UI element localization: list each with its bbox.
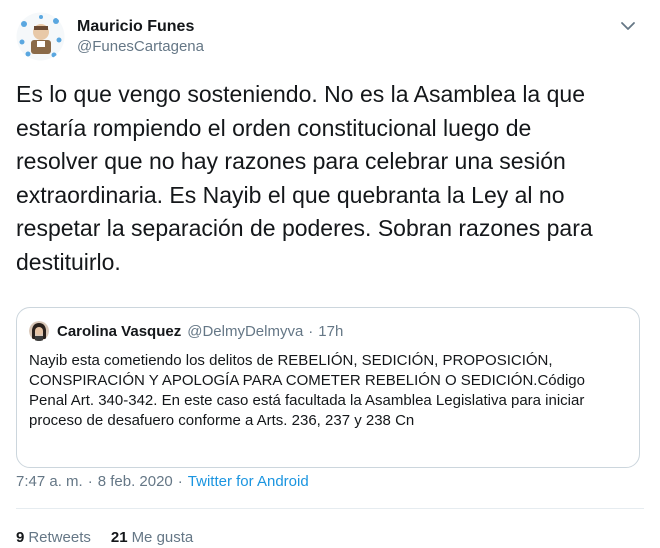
- tweet-card: Mauricio Funes @FunesCartagena Es lo que…: [0, 0, 660, 546]
- tweet-stats: 9 Retweets 21 Me gusta: [16, 526, 213, 548]
- quoted-separator: ·: [308, 322, 314, 340]
- quoted-tweet[interactable]: Carolina Vasquez @DelmyDelmyva · 17h Nay…: [16, 307, 640, 468]
- author-name[interactable]: Mauricio Funes: [77, 17, 204, 37]
- quoted-author-handle: @DelmyDelmyva: [187, 322, 304, 340]
- tweet-date[interactable]: 8 feb. 2020: [98, 473, 173, 490]
- quoted-time: 17h: [318, 322, 344, 340]
- author-info: Mauricio Funes @FunesCartagena: [77, 17, 204, 57]
- likes-count: 21: [110, 528, 128, 546]
- avatar-icon: [16, 12, 65, 61]
- quoted-author-name: Carolina Vasquez: [57, 322, 182, 340]
- retweets-label: Retweets: [28, 528, 91, 546]
- meta-separator: ·: [87, 472, 93, 490]
- quoted-tweet-text: Nayib esta cometiendo los delitos de REB…: [29, 352, 585, 429]
- retweets-count: 9: [16, 528, 25, 546]
- tweet-source-link[interactable]: Twitter for Android: [188, 473, 309, 490]
- author-handle[interactable]: @FunesCartagena: [77, 37, 204, 57]
- avatar-icon: [29, 321, 49, 341]
- likes-stat[interactable]: 21 Me gusta: [111, 529, 193, 546]
- divider: [16, 508, 644, 509]
- tweet-text: Es lo que vengo sosteniendo. No es la As…: [16, 81, 593, 275]
- likes-label: Me gusta: [131, 528, 194, 546]
- tweet-meta: 7:47 a. m. · 8 feb. 2020 · Twitter for A…: [16, 470, 309, 492]
- tweet-time[interactable]: 7:47 a. m.: [16, 473, 83, 490]
- author-avatar[interactable]: [16, 12, 65, 61]
- tweet-header: Mauricio Funes @FunesCartagena: [16, 12, 204, 61]
- retweets-stat[interactable]: 9 Retweets: [16, 529, 91, 546]
- quoted-tweet-header: Carolina Vasquez @DelmyDelmyva · 17h: [29, 320, 343, 342]
- meta-separator: ·: [177, 472, 183, 490]
- chevron-down-icon[interactable]: [618, 16, 638, 36]
- quoted-author-avatar: [29, 321, 49, 341]
